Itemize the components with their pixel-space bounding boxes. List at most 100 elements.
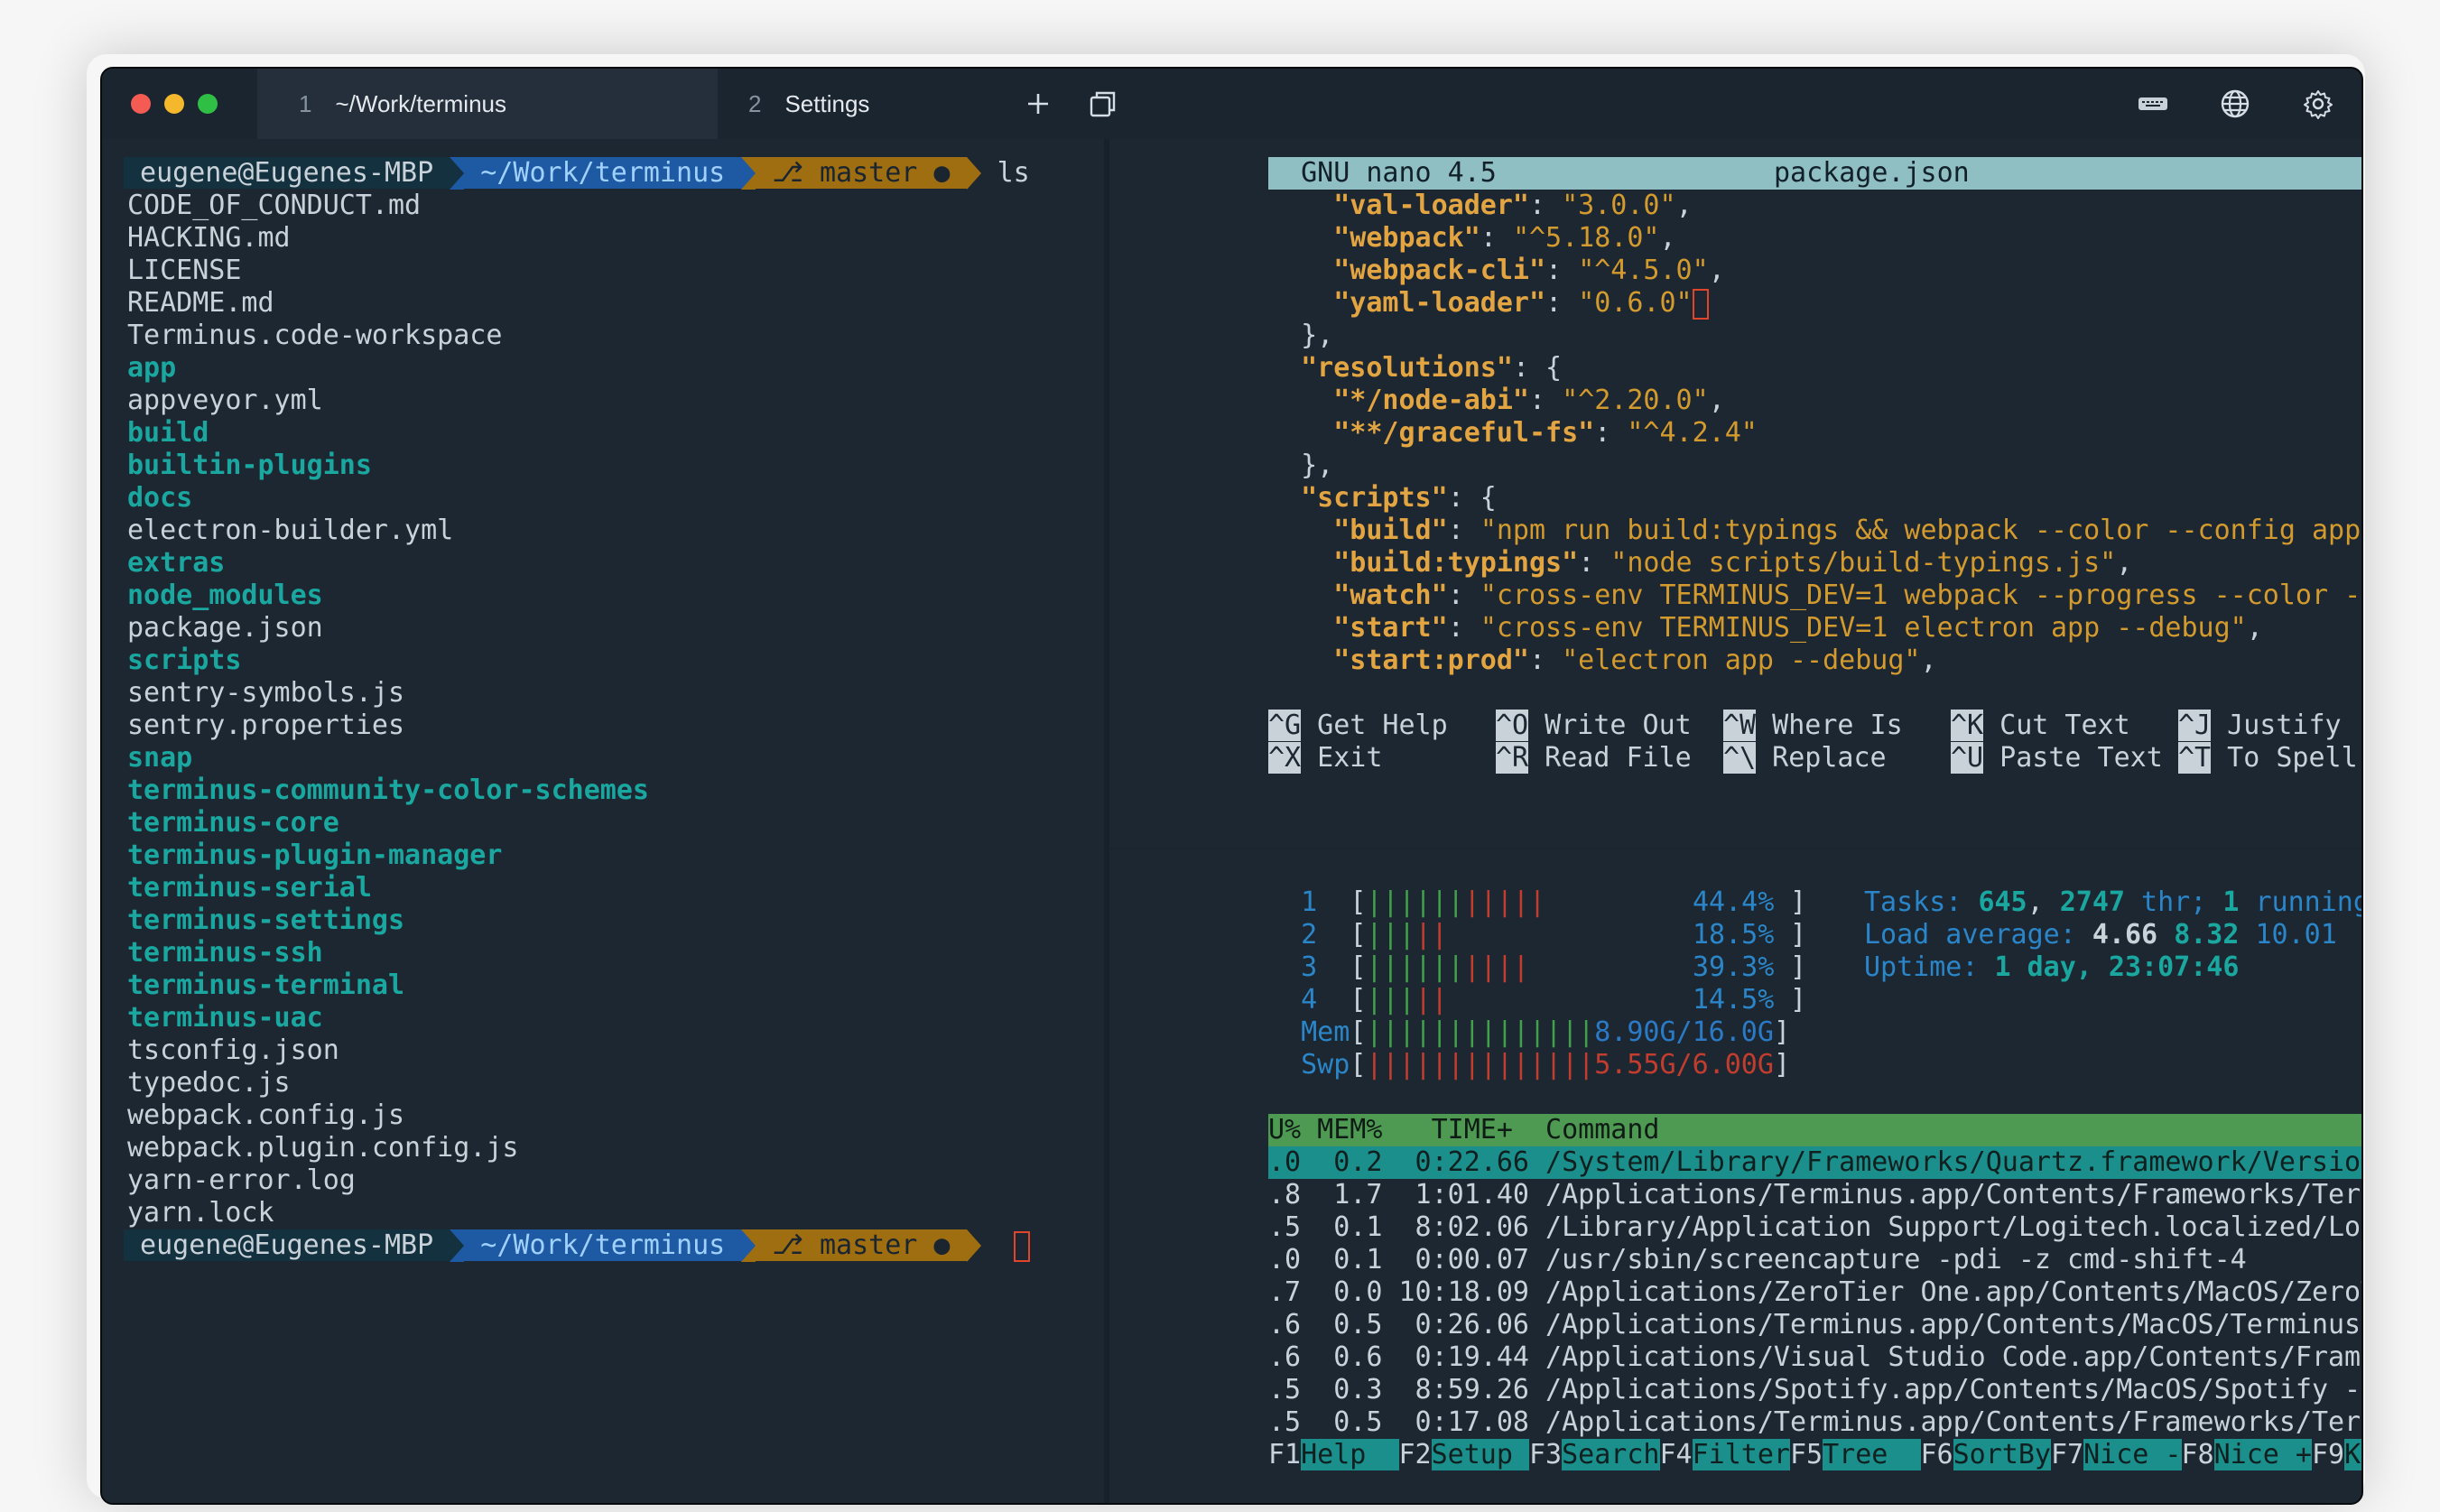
left-terminal-pane[interactable]: eugene@Eugenes-MBP ~/Work/terminus ⎇ mas…: [102, 139, 1104, 1503]
directory-name: terminus-core: [127, 807, 339, 839]
directory-name: terminus-uac: [127, 1002, 323, 1034]
cpu-meter: 3 [|||||||||| 39.3%]: [1268, 951, 1806, 984]
code-line: },: [1268, 450, 1333, 482]
process-row[interactable]: .6 0.6 0:19.44 /Applications/Visual Stud…: [1268, 1341, 2361, 1374]
nano-pane[interactable]: GNU nano 4.5 package.json "val-loader": "…: [1109, 139, 2361, 847]
function-key-label[interactable]: Kill: [2344, 1439, 2361, 1470]
code-token: "npm run build:typings && webpack --colo…: [1480, 515, 2363, 546]
code-token: "cross-env TERMINUS_DEV=1 electron app -…: [1480, 612, 2247, 644]
memory-meter: Mem[||||||||||||||8.90G/16.0G]: [1268, 1016, 1790, 1049]
file-entry: CODE_OF_CONDUCT.md: [127, 190, 421, 222]
directory-name: snap: [127, 742, 193, 774]
shortcut-label: Write Out: [1528, 710, 1692, 741]
bracket: [: [1350, 919, 1367, 951]
file-name: yarn-error.log: [127, 1164, 356, 1196]
shell-command: ls: [980, 157, 1030, 189]
settings-button[interactable]: [2299, 85, 2337, 123]
function-key-label[interactable]: Tree: [1823, 1439, 1921, 1470]
minimize-window-button[interactable]: [164, 94, 184, 114]
directory-name: builtin-plugins: [127, 450, 372, 481]
function-key: F9: [2312, 1439, 2345, 1470]
code-line: "webpack": "^5.18.0",: [1268, 222, 1675, 255]
file-entry: scripts: [127, 645, 241, 677]
process-info: .5 0.5 0:17.08 /Applications/Terminus.ap…: [1268, 1406, 2363, 1438]
code-line: "start:prod": "electron app --debug",: [1268, 645, 1936, 677]
bracket: ]: [1773, 1016, 1790, 1048]
cpu-bar-system: |||||: [1463, 886, 1546, 918]
process-row[interactable]: .5 0.5 0:17.08 /Applications/Terminus.ap…: [1268, 1406, 2363, 1439]
code-token: : {: [1512, 352, 1563, 384]
process-row[interactable]: .0 0.2 0:22.66 /System/Library/Framework…: [1268, 1146, 2361, 1179]
nano-shortcut[interactable]: ^X Exit: [1268, 742, 1382, 775]
tasks-summary: Tasks: 645, 2747 thr; 1 running: [1864, 886, 2361, 919]
function-key-label[interactable]: Nice -: [2083, 1439, 2182, 1470]
restore-button[interactable]: [1084, 85, 1122, 123]
process-row[interactable]: .6 0.5 0:26.06 /Applications/Terminus.ap…: [1268, 1309, 2361, 1341]
tab-terminus[interactable]: 1 ~/Work/terminus: [257, 69, 718, 139]
shortcut-key: ^G: [1268, 710, 1302, 741]
function-key-label[interactable]: SortBy: [1953, 1439, 2051, 1470]
process-row[interactable]: .8 1.7 1:01.40 /Applications/Terminus.ap…: [1268, 1179, 2363, 1211]
nano-shortcut[interactable]: ^U Paste Text: [1951, 742, 2163, 775]
nano-shortcut[interactable]: ^G Get Help: [1268, 710, 1448, 742]
nano-shortcut[interactable]: ^K Cut Text: [1951, 710, 2130, 742]
shell-prompt: eugene@Eugenes-MBP ~/Work/terminus ⎇ mas…: [124, 157, 1030, 190]
code-token: ,: [1708, 385, 1725, 416]
file-name: LICENSE: [127, 255, 242, 286]
code-line: "build": "npm run build:typings && webpa…: [1268, 515, 2363, 547]
threads-count: 2747: [2059, 886, 2125, 918]
new-tab-button[interactable]: [1019, 85, 1057, 123]
zoom-window-button[interactable]: [198, 94, 218, 114]
function-key-label[interactable]: Nice +: [2213, 1439, 2312, 1470]
file-entry: webpack.config.js: [127, 1099, 404, 1132]
swap-meter: Swp[||||||||||||||5.55G/6.00G]: [1268, 1049, 1790, 1081]
file-name: HACKING.md: [127, 222, 291, 254]
tasks-label: Tasks:: [1864, 886, 1979, 918]
title-bar: 1 ~/Work/terminus 2 Settings: [102, 69, 2361, 139]
shortcut-key: ^W: [1723, 710, 1757, 741]
directory-name: build: [127, 417, 209, 449]
function-key-label[interactable]: Search: [1562, 1439, 1660, 1470]
keyboard-button[interactable]: [2134, 85, 2172, 123]
code-token: ,: [1708, 255, 1725, 286]
process-row[interactable]: .7 0.0 10:18.09 /Applications/ZeroTier O…: [1268, 1276, 2361, 1309]
process-info: .8 1.7 1:01.40 /Applications/Terminus.ap…: [1268, 1179, 2363, 1211]
file-entry: yarn.lock: [127, 1197, 274, 1229]
file-entry: terminus-settings: [127, 904, 404, 937]
file-name: sentry-symbols.js: [127, 677, 405, 709]
file-entry: package.json: [127, 612, 323, 645]
powerline-arrow-icon: [741, 1229, 756, 1262]
process-row[interactable]: .5 0.3 8:59.26 /Applications/Spotify.app…: [1268, 1374, 2361, 1406]
web-button[interactable]: [2216, 85, 2254, 123]
file-entry: Terminus.code-workspace: [127, 320, 502, 352]
load-label: Load average:: [1864, 919, 2092, 951]
function-key-label[interactable]: Filter: [1692, 1439, 1790, 1470]
bracket: ]: [1790, 886, 1807, 918]
shortcut-label: Cut Text: [1983, 710, 2130, 741]
function-key-label[interactable]: Setup: [1431, 1439, 1529, 1470]
nano-shortcut[interactable]: ^J Justify: [2178, 710, 2342, 742]
close-window-button[interactable]: [131, 94, 151, 114]
cpu-bar-user: |||: [1366, 919, 1415, 951]
directory-name: terminus-ssh: [127, 937, 323, 969]
directory-name: extras: [127, 547, 226, 579]
process-row[interactable]: .0 0.1 0:00.07 /usr/sbin/screencapture -…: [1268, 1244, 2247, 1276]
plus-icon: [1028, 94, 1048, 114]
nano-shortcut[interactable]: ^T To Spell: [2178, 742, 2358, 775]
globe-icon: [2221, 89, 2250, 118]
nano-shortcut[interactable]: ^O Write Out: [1496, 710, 1692, 742]
process-row[interactable]: .5 0.1 8:02.06 /Library/Application Supp…: [1268, 1211, 2361, 1244]
function-key-label[interactable]: Help: [1301, 1439, 1399, 1470]
keyboard-icon: [2138, 97, 2167, 110]
nano-shortcut[interactable]: ^W Where Is: [1723, 710, 1903, 742]
file-name: sentry.properties: [127, 710, 405, 741]
nano-shortcut[interactable]: ^R Read File: [1496, 742, 1692, 775]
tab-label: ~/Work/terminus: [335, 89, 506, 117]
code-token: "^5.18.0": [1512, 222, 1660, 254]
htop-pane[interactable]: 1 [||||||||||| 44.4%] 2 [||||| 18.5%] 3 [|…: [1109, 850, 2361, 1503]
file-entry: builtin-plugins: [127, 450, 372, 482]
nano-shortcut[interactable]: ^\ Replace: [1723, 742, 1887, 775]
